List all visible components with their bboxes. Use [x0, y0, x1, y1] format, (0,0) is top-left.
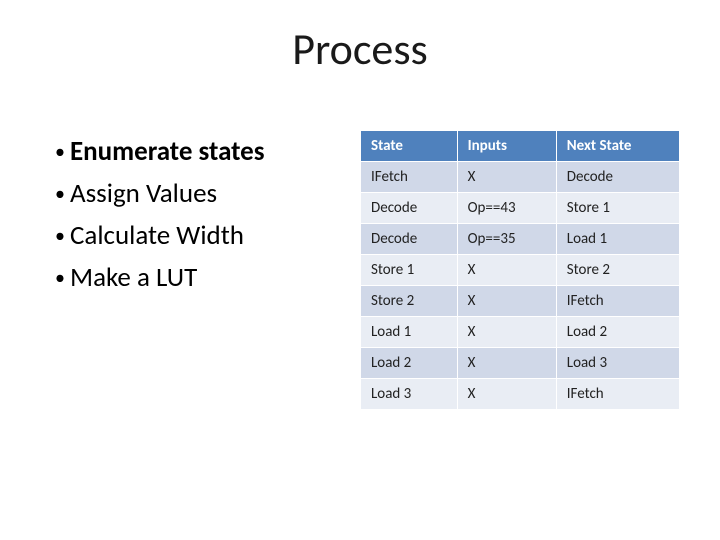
state-table-wrap: State Inputs Next State IFetch X Decode … — [360, 130, 690, 410]
content-area: • Enumerate states • Assign Values • Cal… — [50, 130, 690, 410]
cell-inputs: X — [457, 162, 556, 193]
table-row: Store 1 X Store 2 — [361, 255, 680, 286]
table-row: Decode Op==43 Store 1 — [361, 193, 680, 224]
cell-state: Decode — [361, 193, 458, 224]
bullet-icon: • — [50, 260, 70, 296]
cell-next: Decode — [556, 162, 679, 193]
cell-inputs: X — [457, 286, 556, 317]
bullet-icon: • — [50, 176, 70, 212]
bullet-text: Enumerate states — [70, 134, 265, 170]
cell-next: IFetch — [556, 286, 679, 317]
cell-next: Load 2 — [556, 317, 679, 348]
cell-state: Load 1 — [361, 317, 458, 348]
slide: Process • Enumerate states • Assign Valu… — [0, 0, 720, 540]
col-inputs: Inputs — [457, 131, 556, 162]
bullet-icon: • — [50, 218, 70, 254]
cell-inputs: Op==43 — [457, 193, 556, 224]
table-row: IFetch X Decode — [361, 162, 680, 193]
bullet-item: • Make a LUT — [50, 260, 360, 296]
table-row: Decode Op==35 Load 1 — [361, 224, 680, 255]
table-row: Load 2 X Load 3 — [361, 348, 680, 379]
col-state: State — [361, 131, 458, 162]
bullet-list: • Enumerate states • Assign Values • Cal… — [50, 130, 360, 410]
cell-inputs: X — [457, 255, 556, 286]
table-row: Load 3 X IFetch — [361, 379, 680, 410]
cell-state: Decode — [361, 224, 458, 255]
cell-state: IFetch — [361, 162, 458, 193]
bullet-text: Assign Values — [70, 176, 217, 212]
table-row: Load 1 X Load 2 — [361, 317, 680, 348]
bullet-text: Calculate Width — [70, 218, 244, 254]
cell-next: IFetch — [556, 379, 679, 410]
slide-title: Process — [0, 22, 720, 76]
cell-next: Load 3 — [556, 348, 679, 379]
bullet-item: • Enumerate states — [50, 134, 360, 170]
col-next-state: Next State — [556, 131, 679, 162]
cell-next: Store 2 — [556, 255, 679, 286]
cell-state: Store 2 — [361, 286, 458, 317]
cell-state: Load 3 — [361, 379, 458, 410]
state-table: State Inputs Next State IFetch X Decode … — [360, 130, 680, 410]
cell-inputs: Op==35 — [457, 224, 556, 255]
table-row: Store 2 X IFetch — [361, 286, 680, 317]
cell-state: Store 1 — [361, 255, 458, 286]
bullet-item: • Assign Values — [50, 176, 360, 212]
cell-next: Load 1 — [556, 224, 679, 255]
bullet-icon: • — [50, 134, 70, 170]
cell-next: Store 1 — [556, 193, 679, 224]
cell-inputs: X — [457, 348, 556, 379]
bullet-item: • Calculate Width — [50, 218, 360, 254]
cell-state: Load 2 — [361, 348, 458, 379]
cell-inputs: X — [457, 317, 556, 348]
cell-inputs: X — [457, 379, 556, 410]
bullet-text: Make a LUT — [70, 260, 197, 296]
table-header-row: State Inputs Next State — [361, 131, 680, 162]
